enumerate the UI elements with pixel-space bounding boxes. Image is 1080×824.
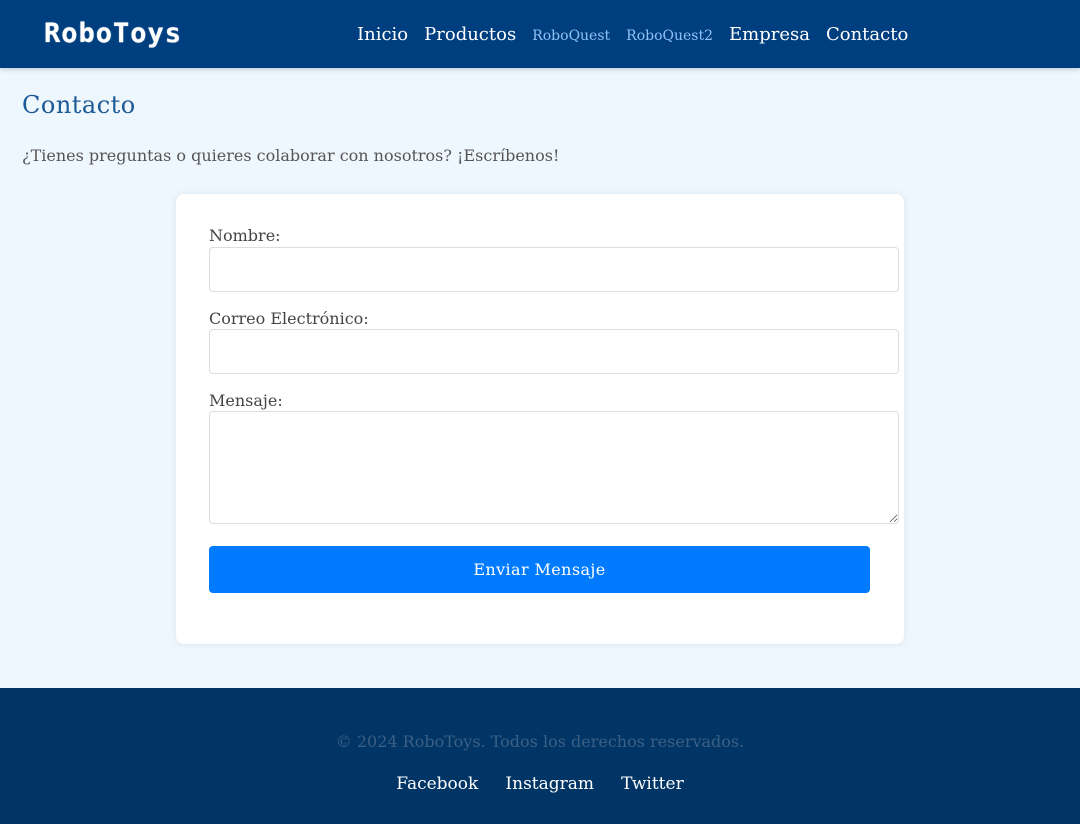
nav-link-inicio[interactable]: Inicio: [357, 24, 408, 45]
message-label: Mensaje:: [209, 391, 283, 410]
nav-link-contacto[interactable]: Contacto: [826, 24, 908, 45]
nav-link-productos[interactable]: Productos: [424, 24, 516, 45]
message-textarea[interactable]: [209, 411, 899, 524]
facebook-link[interactable]: Facebook: [396, 774, 478, 794]
main-nav: Inicio Productos RoboQuest RoboQuest2 Em…: [357, 0, 924, 68]
email-label: Correo Electrónico:: [209, 309, 369, 328]
twitter-link[interactable]: Twitter: [621, 774, 684, 794]
name-input[interactable]: [209, 247, 899, 292]
social-links: Facebook Instagram Twitter: [0, 774, 1080, 794]
send-message-button[interactable]: Enviar Mensaje: [209, 546, 870, 593]
name-label: Nombre:: [209, 226, 281, 245]
intro-text: ¿Tienes preguntas o quieres colaborar co…: [22, 146, 560, 165]
nav-link-roboquest[interactable]: RoboQuest: [532, 28, 610, 44]
email-input[interactable]: [209, 329, 899, 374]
instagram-link[interactable]: Instagram: [505, 774, 594, 794]
navbar: RoboToys Inicio Productos RoboQuest Robo…: [0, 0, 1080, 68]
page-title: Contacto: [22, 91, 136, 119]
copyright-text: © 2024 RoboToys. Todos los derechos rese…: [335, 732, 745, 751]
contact-form: Nombre: Correo Electrónico: Mensaje: Env…: [176, 194, 904, 644]
nav-link-empresa[interactable]: Empresa: [729, 24, 810, 45]
nav-link-roboquest2[interactable]: RoboQuest2: [626, 28, 713, 44]
footer: © 2024 RoboToys. Todos los derechos rese…: [0, 688, 1080, 824]
logo[interactable]: RoboToys: [44, 18, 182, 49]
